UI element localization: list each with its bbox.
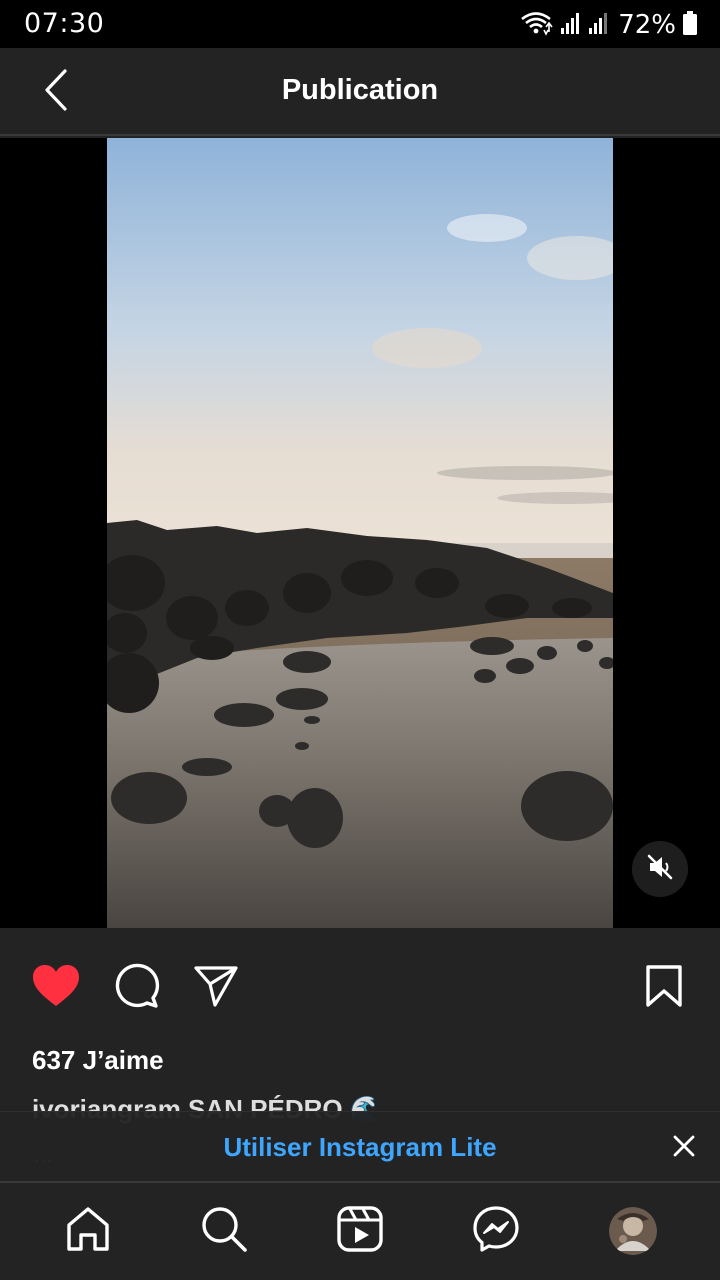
heart-filled-icon [31,964,81,1013]
beach-video-image [107,138,613,928]
volume-muted-icon [646,853,674,886]
battery-percent: 72% [618,10,676,40]
signal-icon [560,11,582,40]
battery-icon [682,10,698,41]
status-time: 07:30 [24,8,105,39]
send-icon [193,964,239,1013]
comment-button[interactable] [108,960,164,1016]
bookmark-icon [645,964,683,1013]
banner-close-button[interactable] [666,1130,702,1166]
status-bar: 07:30 72% [0,0,720,48]
likes-count[interactable]: 637 J’aime [32,1045,164,1076]
comment-icon [112,962,160,1015]
avatar-image [609,1207,657,1255]
messenger-icon [472,1205,520,1258]
mute-toggle-button[interactable] [632,841,688,897]
bottom-nav [0,1181,720,1280]
page-title: Publication [281,74,439,106]
post-media[interactable] [0,138,720,928]
like-button[interactable] [28,960,84,1016]
nav-messenger[interactable] [470,1205,522,1257]
app-promo-banner: Utiliser Instagram Lite [0,1111,720,1181]
nav-search[interactable] [198,1205,250,1257]
share-button[interactable] [188,960,244,1016]
use-instagram-lite-link[interactable]: Utiliser Instagram Lite [0,1132,720,1163]
save-button[interactable] [636,960,692,1016]
status-icons: 72% [520,8,698,42]
signal-icon [588,11,610,40]
profile-avatar[interactable] [609,1207,657,1255]
search-icon [200,1205,248,1258]
close-icon [672,1134,696,1163]
video-frame[interactable] [107,138,613,928]
reels-icon [336,1205,384,1258]
post-actions [0,940,720,1036]
wifi-icon [520,10,554,41]
header: Publication [0,48,720,136]
home-icon [64,1205,112,1258]
nav-home[interactable] [62,1205,114,1257]
nav-reels[interactable] [334,1205,386,1257]
